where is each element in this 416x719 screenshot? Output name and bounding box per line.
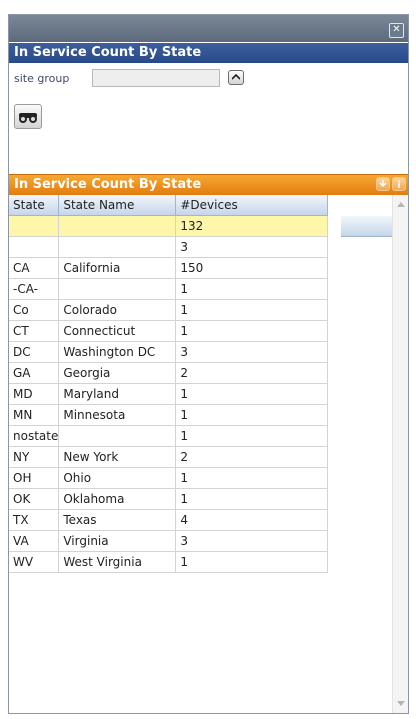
table-row[interactable]: nostate 1 — [9, 425, 329, 447]
state-cell — [9, 215, 60, 237]
devices-cell: 1 — [175, 551, 329, 573]
state-cell: VA — [9, 530, 60, 552]
filter-panel-title: In Service Count By State — [9, 43, 408, 63]
state-name-cell: Virginia — [58, 530, 177, 552]
devices-cell: 150 — [175, 257, 329, 279]
devices-cell: 1 — [175, 320, 329, 342]
state-cell: CT — [9, 320, 60, 342]
devices-cell: 3 — [175, 236, 329, 258]
results-panel-title: In Service Count By State — [9, 174, 408, 195]
state-name-cell: California — [58, 257, 177, 279]
window-titlebar: ✕ — [9, 15, 408, 42]
devices-cell: 3 — [175, 341, 329, 363]
state-cell: TX — [9, 509, 60, 531]
state-cell: Co — [9, 299, 60, 321]
state-name-cell: Georgia — [58, 362, 177, 384]
state-cell: CA — [9, 257, 60, 279]
table-row[interactable]: CA California 150 — [9, 257, 329, 279]
table-row[interactable]: WV West Virginia 1 — [9, 551, 329, 573]
state-cell: OK — [9, 488, 60, 510]
table-row[interactable]: CT Connecticut 1 — [9, 320, 329, 342]
results-table: State State Name #Devices 132 3 CA Californ… — [9, 195, 329, 573]
state-name-cell: Oklahoma — [58, 488, 177, 510]
table-row[interactable]: TX Texas 4 — [9, 509, 329, 531]
dashboard-window: ✕ In Service Count By State site group I… — [8, 14, 409, 714]
download-icon[interactable] — [376, 177, 390, 191]
devices-cell: 2 — [175, 362, 329, 384]
search-button[interactable] — [14, 104, 42, 129]
table-row[interactable]: GA Georgia 2 — [9, 362, 329, 384]
table-row[interactable]: Co Colorado 1 — [9, 299, 329, 321]
devices-cell: 1 — [175, 299, 329, 321]
state-name-cell: Texas — [58, 509, 177, 531]
state-cell: NY — [9, 446, 60, 468]
state-cell: WV — [9, 551, 60, 573]
table-row[interactable]: NY New York 2 — [9, 446, 329, 468]
binoculars-icon — [19, 113, 37, 123]
devices-cell: 1 — [175, 488, 329, 510]
info-icon[interactable] — [392, 177, 406, 191]
state-cell: MN — [9, 404, 60, 426]
vertical-scrollbar[interactable] — [392, 195, 408, 713]
state-cell: OH — [9, 467, 60, 489]
close-icon[interactable]: ✕ — [389, 23, 404, 38]
results-panel-title-text: In Service Count By State — [14, 177, 202, 192]
devices-cell: 1 — [175, 404, 329, 426]
state-cell: -CA- — [9, 278, 60, 300]
site-group-label: site group — [14, 72, 70, 85]
column-header-devices[interactable]: #Devices — [175, 195, 329, 216]
results-grid-container: State State Name #Devices 132 3 CA Californ… — [9, 195, 408, 713]
devices-cell: 1 — [175, 278, 329, 300]
state-cell — [9, 236, 60, 258]
state-name-cell: West Virginia — [58, 551, 177, 573]
devices-cell: 4 — [175, 509, 329, 531]
devices-cell: 2 — [175, 446, 329, 468]
state-cell: DC — [9, 341, 60, 363]
scroll-up-arrow-icon[interactable] — [397, 202, 405, 207]
state-name-cell: Colorado — [58, 299, 177, 321]
state-name-cell — [58, 425, 177, 447]
table-row[interactable]: VA Virginia 3 — [9, 530, 329, 552]
state-name-cell — [58, 278, 177, 300]
state-name-cell: Washington DC — [58, 341, 177, 363]
devices-cell: 3 — [175, 530, 329, 552]
state-name-cell: Maryland — [58, 383, 177, 405]
table-row[interactable]: 3 — [9, 236, 329, 258]
chevron-up-icon[interactable] — [228, 70, 244, 85]
table-row[interactable]: OH Ohio 1 — [9, 467, 329, 489]
table-row[interactable]: DC Washington DC 3 — [9, 341, 329, 363]
table-row[interactable]: -CA- 1 — [9, 278, 329, 300]
state-cell: nostate — [9, 425, 60, 447]
table-header-row: State State Name #Devices — [9, 195, 329, 216]
grid-header-filler — [341, 216, 392, 237]
column-header-state-name[interactable]: State Name — [58, 195, 177, 216]
table-row[interactable]: MN Minnesota 1 — [9, 404, 329, 426]
table-row[interactable]: OK Oklahoma 1 — [9, 488, 329, 510]
table-row[interactable]: 132 — [9, 215, 329, 237]
devices-cell: 1 — [175, 383, 329, 405]
site-group-input[interactable] — [92, 69, 220, 87]
state-name-cell: Ohio — [58, 467, 177, 489]
state-name-cell: Connecticut — [58, 320, 177, 342]
devices-cell: 1 — [175, 467, 329, 489]
state-name-cell — [58, 236, 177, 258]
devices-cell: 132 — [175, 215, 329, 237]
column-header-state[interactable]: State — [9, 195, 60, 216]
table-row[interactable]: MD Maryland 1 — [9, 383, 329, 405]
state-name-cell — [58, 215, 177, 237]
devices-cell: 1 — [175, 425, 329, 447]
scroll-down-arrow-icon[interactable] — [397, 701, 405, 706]
state-cell: MD — [9, 383, 60, 405]
state-cell: GA — [9, 362, 60, 384]
state-name-cell: Minnesota — [58, 404, 177, 426]
state-name-cell: New York — [58, 446, 177, 468]
